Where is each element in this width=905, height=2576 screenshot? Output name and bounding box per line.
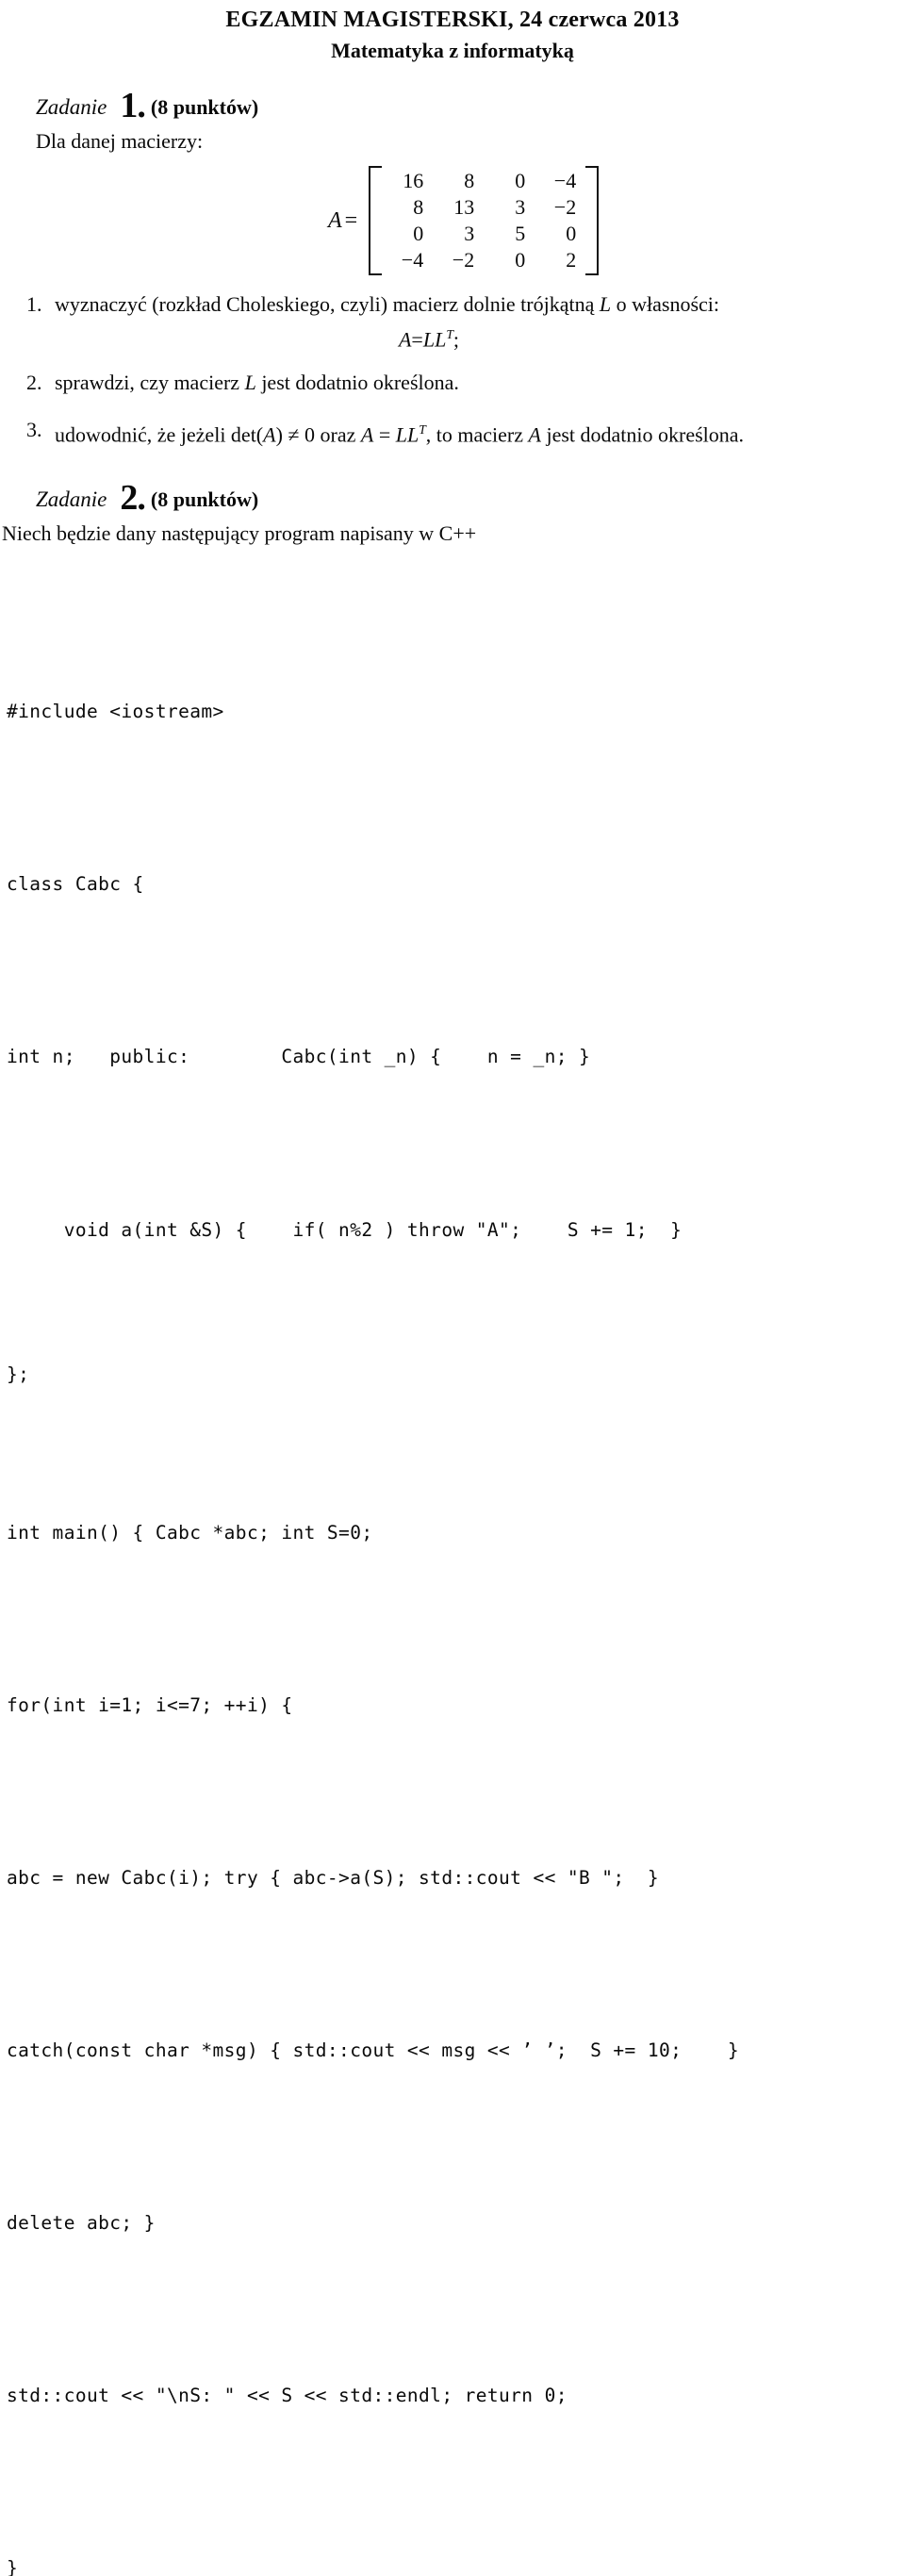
list-item-marker: 2. bbox=[26, 371, 42, 395]
matrix-cell: 8 bbox=[464, 169, 475, 192]
code-line: catch(const char *msg) { std::cout << ms… bbox=[7, 2039, 739, 2061]
table-row: 16 8 0 −4 bbox=[382, 168, 585, 194]
code-line: } bbox=[7, 2556, 19, 2576]
list-item-symbol: L bbox=[599, 292, 612, 316]
table-row: −4 −2 0 2 bbox=[382, 247, 585, 273]
list-item-text-before: sprawdzi, czy macierz bbox=[55, 371, 245, 395]
list-item-text-mid1: ) ≠ 0 oraz bbox=[275, 422, 361, 447]
list-item-text-before: udowodnić, że jeżeli det( bbox=[55, 422, 264, 447]
matrix-cell: −4 bbox=[553, 169, 577, 192]
task-1-lead: Dla danej macierzy: bbox=[36, 129, 204, 153]
list-item-text-after: jest dodatnio określona. bbox=[255, 371, 459, 395]
bracket-right-icon bbox=[585, 166, 600, 275]
matrix-grid: 16 8 0 −4 8 13 3 −2 0 3 5 0 −4 −2 0 2 bbox=[382, 168, 585, 273]
equation-lhs: A bbox=[398, 327, 412, 352]
code-line: }; bbox=[7, 1362, 30, 1385]
task-2-number: 2. bbox=[120, 477, 145, 518]
table-row: 0 3 5 0 bbox=[382, 221, 585, 247]
list-item-superscript: T bbox=[419, 422, 426, 438]
matrix-cell: 5 bbox=[515, 222, 526, 245]
code-line: abc = new Cabc(i); try { abc->a(S); std:… bbox=[7, 1866, 659, 1889]
matrix-equals: = bbox=[344, 207, 358, 233]
code-line: for(int i=1; i<=7; ++i) { bbox=[7, 1693, 293, 1716]
table-row: 8 13 3 −2 bbox=[382, 194, 585, 221]
code-line: delete abc; } bbox=[7, 2211, 156, 2234]
matrix-cell: 0 bbox=[515, 169, 526, 192]
task-1-points: (8 punktów) bbox=[150, 95, 259, 119]
matrix-cell: 13 bbox=[453, 195, 475, 219]
list-item-text: wyznaczyć (rozkład Choleskiego, czyli) m… bbox=[55, 290, 897, 319]
bracket-left-icon bbox=[369, 166, 383, 275]
code-line: int main() { Cabc *abc; int S=0; bbox=[7, 1521, 373, 1544]
list-item-text-after: jest dodatnio określona. bbox=[540, 422, 745, 447]
page-title: EGZAMIN MAGISTERSKI, 24 czerwca 2013 bbox=[225, 8, 680, 32]
task-2-points: (8 punktów) bbox=[150, 487, 259, 511]
list-item-text: sprawdzi, czy macierz L jest dodatnio ok… bbox=[55, 369, 897, 397]
list-item: 3. udowodnić, że jeżeli det(A) ≠ 0 oraz … bbox=[0, 416, 905, 449]
matrix-cell: 16 bbox=[403, 169, 424, 192]
list-item: 2. sprawdzi, czy macierz L jest dodatnio… bbox=[0, 369, 905, 397]
matrix-cell: 3 bbox=[515, 195, 526, 219]
list-item-marker: 3. bbox=[26, 418, 42, 442]
code-line: class Cabc { bbox=[7, 872, 144, 895]
task-1-header: Zadanie 1. (8 punktów) bbox=[0, 88, 905, 126]
matrix-label-symbol: A bbox=[328, 207, 342, 233]
matrix-cell: 2 bbox=[566, 248, 577, 272]
page-subtitle: Matematyka z informatyką bbox=[331, 39, 574, 62]
list-item: 1. wyznaczyć (rozkład Choleskiego, czyli… bbox=[0, 290, 905, 319]
equation-tail: ; bbox=[452, 327, 460, 352]
matrix-cell: 0 bbox=[413, 222, 424, 245]
list-item-text-mid3: , to macierz bbox=[425, 422, 529, 447]
task-1-number: 1. bbox=[120, 86, 145, 125]
code-line: void a(int &S) { if( n%2 ) throw "A"; S … bbox=[7, 1218, 683, 1241]
equation-rhs: LL bbox=[422, 327, 447, 352]
list-item-text-after: o własności: bbox=[611, 292, 720, 316]
list-item-symbol-a: A bbox=[263, 422, 276, 447]
matrix-cell: 3 bbox=[464, 222, 475, 245]
list-item-symbol-ll: LL bbox=[395, 422, 420, 447]
task-2-lead: Niech będzie dany następujący program na… bbox=[2, 520, 477, 545]
matrix-cell: −2 bbox=[553, 195, 577, 219]
matrix-cell: −2 bbox=[452, 248, 475, 272]
matrix-cell: −4 bbox=[401, 248, 424, 272]
task-2-word: Zadanie bbox=[36, 487, 107, 511]
matrix-cell: 8 bbox=[413, 195, 424, 219]
task-1-word: Zadanie bbox=[36, 95, 107, 119]
list-item-symbol-a3: A bbox=[528, 422, 541, 447]
matrix-A: A = 16 8 0 −4 8 13 3 −2 0 3 5 0 −4 −2 0 … bbox=[0, 164, 905, 277]
code-listing: #include <iostream> class Cabc { int n; … bbox=[0, 568, 905, 2576]
code-line: std::cout << "\nS: " << S << std::endl; … bbox=[7, 2384, 568, 2406]
list-item-text: udowodnić, że jeżeli det(A) ≠ 0 oraz A =… bbox=[55, 416, 897, 449]
code-line: int n; public: Cabc(int _n) { n = _n; } bbox=[7, 1045, 591, 1067]
equation-cholesky: A=LLT; bbox=[0, 319, 905, 355]
matrix-cell: 0 bbox=[515, 248, 526, 272]
list-item-marker: 1. bbox=[26, 292, 42, 316]
code-line: #include <iostream> bbox=[7, 700, 224, 722]
list-item-symbol: L bbox=[244, 371, 256, 395]
matrix-label: A = bbox=[328, 208, 369, 234]
equation-superscript: T bbox=[446, 327, 453, 341]
task-2-header: Zadanie 2. (8 punktów) bbox=[0, 480, 905, 519]
document-page: EGZAMIN MAGISTERSKI, 24 czerwca 2013 Mat… bbox=[0, 0, 905, 2576]
list-item-text-before: wyznaczyć (rozkład Choleskiego, czyli) m… bbox=[55, 292, 600, 316]
matrix-cell: 0 bbox=[566, 222, 577, 245]
list-item-text-mid2: = bbox=[373, 422, 396, 447]
equation-equals: = bbox=[411, 327, 423, 352]
list-item-symbol-a2: A bbox=[360, 422, 374, 447]
